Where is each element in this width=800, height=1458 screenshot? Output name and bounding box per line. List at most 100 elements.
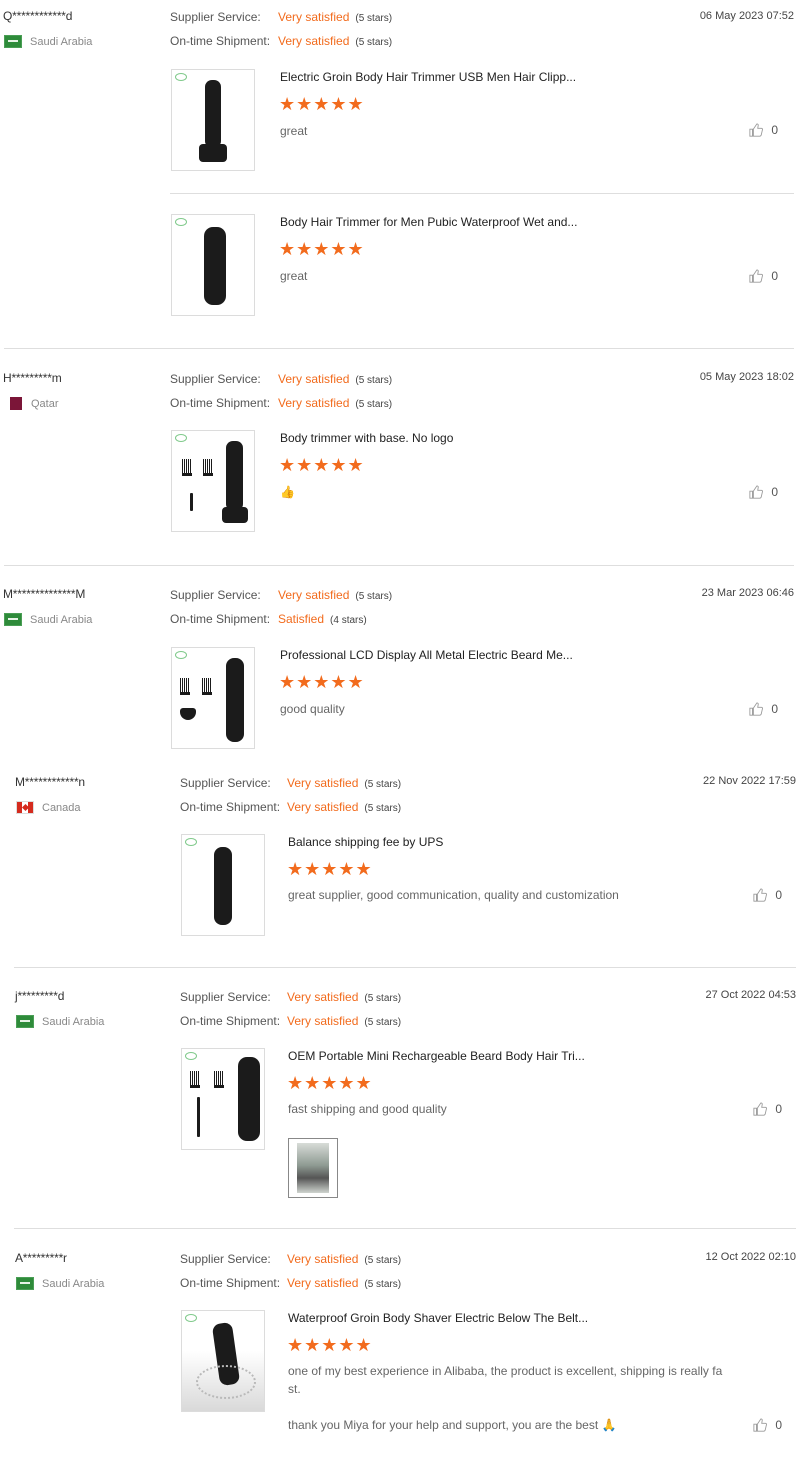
supplier-service-value: Very satisfied — [278, 10, 350, 24]
saudi-arabia-flag-icon — [16, 1015, 34, 1028]
saudi-arabia-flag-icon — [16, 1277, 34, 1290]
product-thumbnail[interactable] — [171, 430, 255, 532]
like-button[interactable]: 0 — [753, 1418, 782, 1432]
review-comment-continued: st. — [288, 1382, 301, 1396]
star-rating: ★★★★★ — [279, 94, 365, 114]
ontime-shipment-rating: On-time Shipment: Very satisfied (5 stars) — [180, 800, 401, 814]
brand-logo-icon — [175, 651, 187, 659]
star-rating: ★★★★★ — [287, 1073, 373, 1093]
product-divider — [170, 193, 794, 194]
review-date: 27 Oct 2022 04:53 — [705, 989, 796, 1001]
like-count: 0 — [775, 1102, 782, 1116]
ontime-shipment-stars: (5 stars) — [364, 1017, 402, 1028]
supplier-service-rating: Supplier Service: Very satisfied (5 stars) — [180, 1252, 401, 1266]
like-button[interactable]: 0 — [749, 702, 778, 716]
ontime-shipment-rating: On-time Shipment: Satisfied (4 stars) — [170, 612, 367, 626]
review-date: 22 Nov 2022 17:59 — [703, 775, 796, 787]
supplier-service-label: Supplier Service: — [170, 372, 261, 386]
product-thumbnail[interactable] — [181, 834, 265, 936]
saudi-arabia-flag-icon — [4, 613, 22, 626]
ontime-shipment-value: Very satisfied — [278, 396, 350, 410]
thumbs-up-icon — [749, 123, 764, 137]
like-button[interactable]: 0 — [753, 888, 782, 902]
product-title[interactable]: Body Hair Trimmer for Men Pubic Waterpro… — [280, 215, 577, 229]
review-divider — [4, 565, 794, 566]
brand-logo-icon — [185, 1314, 197, 1322]
review-date: 06 May 2023 07:52 — [699, 10, 794, 22]
country-label: Saudi Arabia — [42, 1277, 105, 1290]
product-title[interactable]: Waterproof Groin Body Shaver Electric Be… — [288, 1311, 588, 1325]
product-thumbnail[interactable] — [181, 1048, 265, 1150]
ontime-shipment-stars: (5 stars) — [364, 1279, 402, 1290]
ontime-shipment-value: Very satisfied — [278, 34, 350, 48]
ontime-shipment-value: Very satisfied — [287, 1276, 359, 1290]
thumbs-up-icon — [749, 485, 764, 499]
supplier-service-label: Supplier Service: — [170, 10, 261, 24]
ontime-shipment-label: On-time Shipment: — [180, 1014, 281, 1028]
like-count: 0 — [775, 1418, 782, 1432]
like-button[interactable]: 0 — [749, 485, 778, 499]
product-title[interactable]: OEM Portable Mini Rechargeable Beard Bod… — [288, 1049, 585, 1063]
review-date: 12 Oct 2022 02:10 — [705, 1251, 796, 1263]
supplier-service-label: Supplier Service: — [180, 776, 271, 790]
star-rating: ★★★★★ — [279, 672, 365, 692]
ontime-shipment-label: On-time Shipment: — [170, 396, 271, 410]
thumbs-up-icon — [749, 702, 764, 716]
product-thumbnail[interactable] — [181, 1310, 265, 1412]
product-title[interactable]: Balance shipping fee by UPS — [288, 835, 443, 849]
reviewer-country: Saudi Arabia — [16, 1277, 104, 1290]
ontime-shipment-label: On-time Shipment: — [180, 800, 281, 814]
brand-logo-icon — [175, 218, 187, 226]
like-button[interactable]: 0 — [753, 1102, 782, 1116]
thumbs-up-icon — [753, 1102, 768, 1116]
ontime-shipment-stars: (5 stars) — [355, 399, 393, 410]
supplier-service-stars: (5 stars) — [355, 375, 393, 386]
supplier-service-label: Supplier Service: — [180, 990, 271, 1004]
like-button[interactable]: 0 — [749, 269, 778, 283]
ontime-shipment-stars: (5 stars) — [364, 803, 402, 814]
country-label: Saudi Arabia — [30, 613, 93, 626]
review-photo[interactable] — [288, 1138, 338, 1198]
star-rating: ★★★★★ — [279, 239, 365, 259]
review-comment: great supplier, good communication, qual… — [288, 888, 619, 902]
thumbs-up-icon — [753, 1418, 768, 1432]
reviewer-country: Saudi Arabia — [4, 35, 92, 48]
ontime-shipment-rating: On-time Shipment: Very satisfied (5 stars) — [180, 1014, 401, 1028]
country-label: Saudi Arabia — [30, 35, 93, 48]
supplier-service-value: Very satisfied — [287, 776, 359, 790]
product-thumbnail[interactable] — [171, 69, 255, 171]
ontime-shipment-rating: On-time Shipment: Very satisfied (5 stars) — [170, 34, 392, 48]
product-thumbnail[interactable] — [171, 647, 255, 749]
supplier-service-rating: Supplier Service: Very satisfied (5 stars) — [170, 10, 392, 24]
thumbs-up-icon — [749, 269, 764, 283]
product-thumbnail[interactable] — [171, 214, 255, 316]
star-rating: ★★★★★ — [287, 859, 373, 879]
brand-logo-icon — [175, 73, 187, 81]
ontime-shipment-stars: (5 stars) — [355, 37, 393, 48]
supplier-service-rating: Supplier Service: Very satisfied (5 stars) — [180, 990, 401, 1004]
like-count: 0 — [771, 123, 778, 137]
reviewer-country: Saudi Arabia — [16, 1015, 104, 1028]
review-comment: great — [280, 269, 308, 283]
ontime-shipment-value: Very satisfied — [287, 1014, 359, 1028]
reviewer-name: A*********r — [15, 1251, 67, 1265]
review-comment: 👍 — [280, 485, 295, 499]
reviewer-name: H*********m — [3, 371, 62, 385]
qatar-flag-icon — [10, 397, 22, 410]
review-comment: great — [280, 124, 308, 138]
review-comment: one of my best experience in Alibaba, th… — [288, 1364, 723, 1378]
supplier-service-stars: (5 stars) — [355, 13, 393, 24]
country-label: Canada — [42, 801, 81, 814]
supplier-service-rating: Supplier Service: Very satisfied (5 stars) — [170, 372, 392, 386]
reviewer-name: M**************M — [3, 587, 86, 601]
supplier-service-stars: (5 stars) — [355, 591, 393, 602]
ontime-shipment-label: On-time Shipment: — [180, 1276, 281, 1290]
star-rating: ★★★★★ — [287, 1335, 373, 1355]
like-count: 0 — [771, 702, 778, 716]
ontime-shipment-rating: On-time Shipment: Very satisfied (5 stars) — [170, 396, 392, 410]
brand-logo-icon — [175, 434, 187, 442]
product-title[interactable]: Professional LCD Display All Metal Elect… — [280, 648, 573, 662]
like-button[interactable]: 0 — [749, 123, 778, 137]
product-title[interactable]: Body trimmer with base. No logo — [280, 431, 453, 445]
product-title[interactable]: Electric Groin Body Hair Trimmer USB Men… — [280, 70, 576, 84]
